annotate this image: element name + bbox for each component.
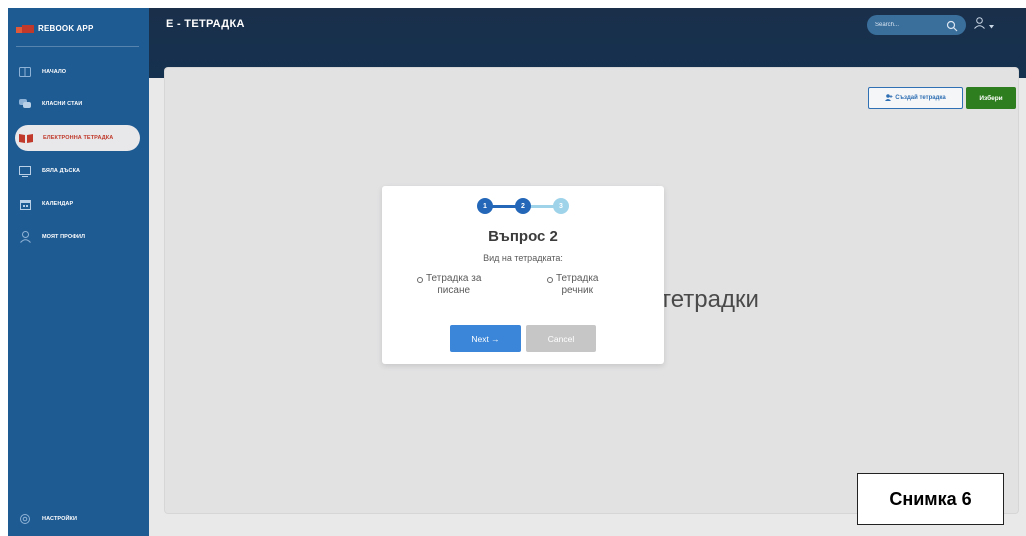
user-menu[interactable] [974,16,1004,34]
app-window: REBOOK APP НАЧАЛО КЛАСНИ СТАИ ЕЛЕКТРОННА… [8,8,1026,536]
option-writing-notebook[interactable]: Тетрадка за писане [417,273,481,297]
create-notebook-label: Създай тетрадка [895,95,946,101]
search-box[interactable] [867,15,966,35]
search-input[interactable] [875,19,945,31]
question-modal: 1 2 3 Въпрос 2 Вид на тетрадката: Тетрад… [382,186,664,364]
sidebar-item-label: НАЧАЛО [42,69,67,75]
sidebar-divider [16,46,139,47]
figure-caption: Снимка 6 [857,473,1004,525]
option-label: Тетрадка за писане [426,273,482,296]
sidebar-item-label: МОЯТ ПРОФИЛ [42,234,86,240]
user-icon [974,16,985,34]
sidebar-item-label: КАЛЕНДАР [42,201,74,207]
background-text: тетрадки [660,286,759,313]
option-label: Тетрадка речник [556,273,599,296]
step-indicator: 1 [477,198,493,214]
brand[interactable]: REBOOK APP [8,8,149,48]
sidebar-item-label: КЛАСНИ СТАИ [42,101,83,107]
radio-button[interactable] [417,277,423,283]
sidebar-item-classrooms[interactable]: КЛАСНИ СТАИ [8,93,149,115]
gear-icon [18,513,32,525]
radio-button[interactable] [547,277,553,283]
modal-subtitle: Вид на тетрадката: [483,253,563,263]
sidebar-item-settings[interactable]: НАСТРОЙКИ [8,508,149,530]
chevron-down-icon [989,16,994,34]
sidebar: REBOOK APP НАЧАЛО КЛАСНИ СТАИ ЕЛЕКТРОННА… [8,8,149,536]
sidebar-item-label: НАСТРОЙКИ [42,516,78,522]
step-indicator: 2 [515,198,531,214]
search-icon[interactable] [946,19,958,32]
choose-button[interactable]: Избери [966,87,1016,109]
create-notebook-button[interactable]: Създай тетрадка [868,87,963,109]
add-user-icon [885,93,893,103]
option-dictionary-notebook[interactable]: Тетрадка речник [547,273,598,297]
sidebar-item-label: БЯЛА ДЪСКА [42,168,81,174]
whiteboard-icon [18,165,32,177]
modal-title: Въпрос 2 [488,228,558,245]
sidebar-item-home[interactable]: НАЧАЛО [8,61,149,83]
calendar-icon [18,198,32,210]
book-open-icon [18,66,32,78]
notebook-icon [19,132,33,144]
sidebar-item-whiteboard[interactable]: БЯЛА ДЪСКА [8,160,149,182]
sidebar-item-label: ЕЛЕКТРОННА ТЕТРАДКА [43,135,114,141]
chat-bubbles-icon [18,98,32,110]
sidebar-item-profile[interactable]: МОЯТ ПРОФИЛ [8,226,149,248]
sidebar-item-calendar[interactable]: КАЛЕНДАР [8,193,149,215]
user-icon [18,231,32,243]
progress-stepper: 1 2 3 [475,196,571,216]
sidebar-item-e-notebook[interactable]: ЕЛЕКТРОННА ТЕТРАДКА [15,125,140,151]
page-title: Е - ТЕТРАДКА [166,18,245,30]
next-button[interactable]: Next → [450,325,521,352]
cancel-button[interactable]: Cancel [526,325,596,352]
step-indicator: 3 [553,198,569,214]
brand-logo-icon [16,23,34,33]
brand-name: REBOOK APP [38,23,94,33]
